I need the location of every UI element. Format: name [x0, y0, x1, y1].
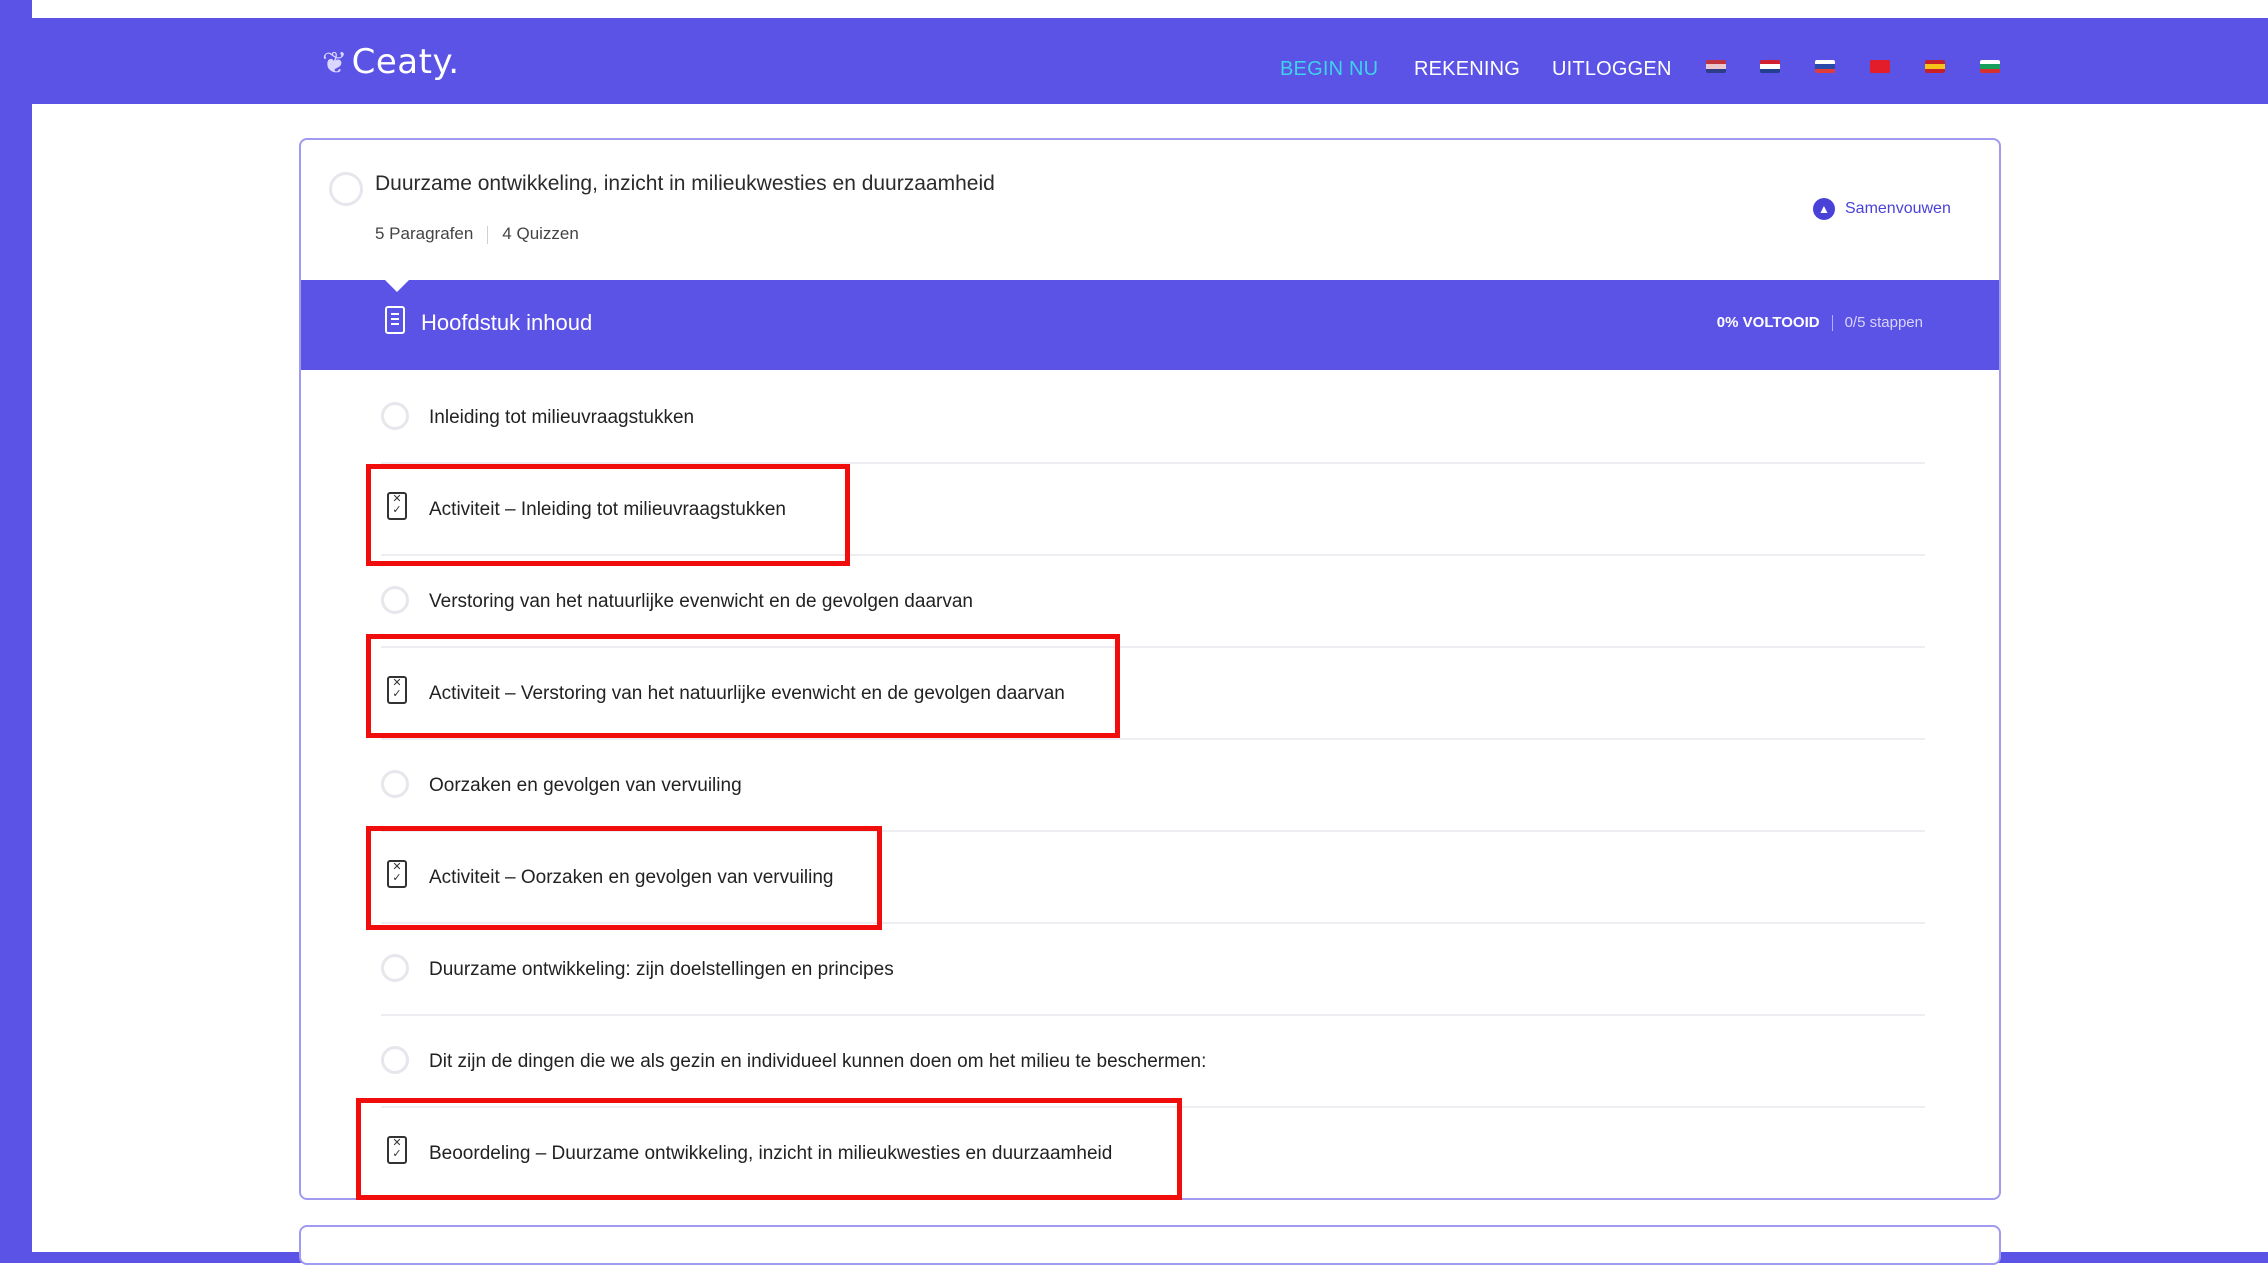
lesson-status-circle-icon — [381, 954, 409, 982]
flag-es-icon[interactable] — [1925, 60, 1945, 73]
band-pointer — [383, 278, 411, 292]
meta-divider — [487, 225, 489, 244]
chapter-content-title: Hoofdstuk inhoud — [421, 310, 593, 335]
collapse-button[interactable]: ▲ Samenvouwen — [1813, 198, 1951, 220]
progress-percent: 0% VOLTOOID — [1716, 314, 1820, 331]
lesson-row[interactable]: Oorzaken en gevolgen van vervuiling — [381, 740, 1925, 832]
document-icon — [385, 306, 405, 334]
progress-divider — [1831, 315, 1833, 332]
topic-meta: 5 Paragrafen 4 Quizzen — [375, 224, 579, 244]
chapter-content-header: Hoofdstuk inhoud 0% VOLTOOID 0/5 stappen — [301, 280, 1999, 370]
topic-title[interactable]: Duurzame ontwikkeling, inzicht in milieu… — [375, 172, 995, 196]
lesson-status-circle-icon — [381, 770, 409, 798]
chevron-up-icon: ▲ — [1813, 198, 1835, 220]
highlight-box — [366, 634, 1120, 738]
progress-steps: 0/5 stappen — [1844, 314, 1923, 331]
logo-text: Ceaty. — [351, 42, 460, 82]
highlight-box — [356, 1098, 1182, 1200]
lesson-label: Oorzaken en gevolgen van vervuiling — [429, 775, 742, 796]
paragraph-count: 5 Paragrafen — [375, 224, 474, 243]
collapse-label: Samenvouwen — [1845, 200, 1951, 218]
lesson-row[interactable]: Duurzame ontwikkeling: zijn doelstelling… — [381, 924, 1925, 1016]
window-frame-left — [0, 0, 32, 1263]
lesson-status-circle-icon — [381, 1046, 409, 1074]
lesson-label: Verstoring van het natuurlijke evenwicht… — [429, 591, 973, 612]
flag-sk-icon[interactable] — [1815, 60, 1835, 73]
lesson-label: Duurzame ontwikkeling: zijn doelstelling… — [429, 959, 894, 980]
flag-nl-icon[interactable] — [1760, 60, 1780, 73]
lesson-status-circle-icon — [381, 402, 409, 430]
lesson-row[interactable]: Inleiding tot milieuvraagstukken — [381, 372, 1925, 464]
nav-begin-nu[interactable]: BEGIN NU — [1280, 58, 1378, 81]
logo[interactable]: ❦ Ceaty. — [322, 42, 460, 82]
highlight-box — [366, 464, 850, 566]
flag-bg-icon[interactable] — [1980, 60, 2000, 73]
quiz-count: 4 Quizzen — [502, 224, 579, 243]
nav-uitloggen[interactable]: UITLOGGEN — [1552, 58, 1672, 81]
flag-uk-icon[interactable] — [1706, 60, 1726, 73]
lesson-status-circle-icon — [381, 586, 409, 614]
lesson-label: Dit zijn de dingen die we als gezin en i… — [429, 1051, 1207, 1072]
topic-status-circle-icon — [329, 172, 363, 206]
lesson-label: Inleiding tot milieuvraagstukken — [429, 407, 695, 428]
highlight-box — [366, 826, 882, 930]
leaf-logo-icon: ❦ — [322, 46, 348, 81]
flag-tr-icon[interactable] — [1870, 60, 1890, 73]
nav-rekening[interactable]: REKENING — [1414, 58, 1520, 81]
lesson-row[interactable]: Dit zijn de dingen die we als gezin en i… — [381, 1016, 1925, 1108]
top-navbar: ❦ Ceaty. BEGIN NU REKENING UITLOGGEN — [14, 18, 2268, 104]
next-topic-card[interactable] — [299, 1225, 2001, 1265]
progress-summary: 0% VOLTOOID 0/5 stappen — [1716, 314, 1923, 332]
